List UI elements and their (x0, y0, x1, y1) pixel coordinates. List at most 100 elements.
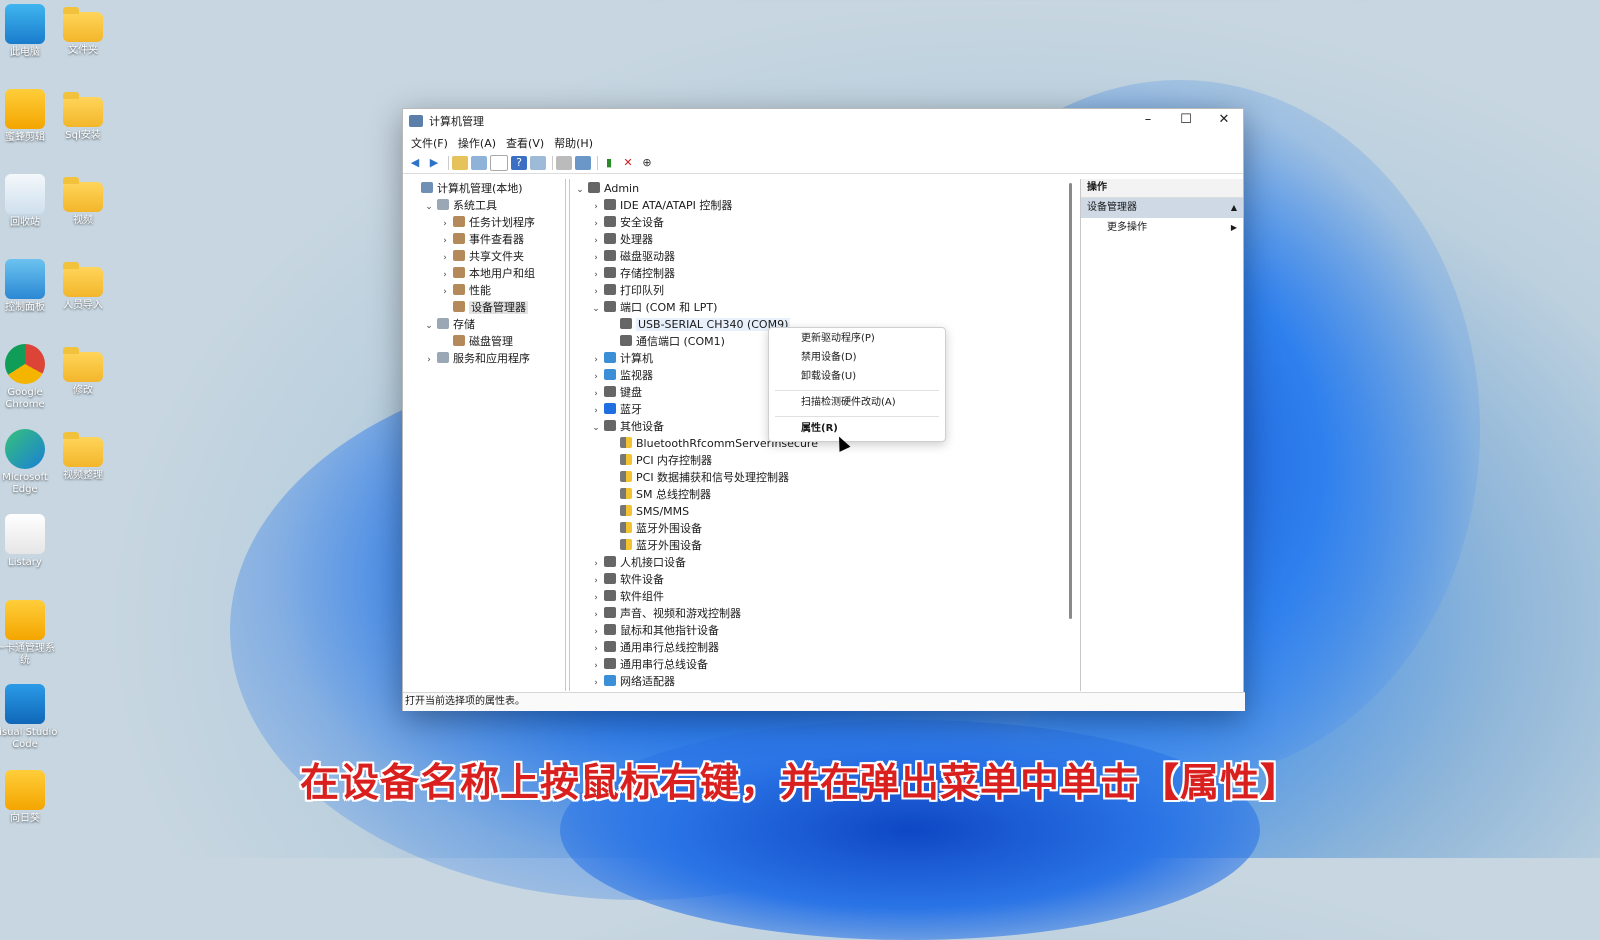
title-bar[interactable]: 计算机管理 – ☐ ✕ (403, 109, 1243, 133)
desktop-icon[interactable]: 一卡通管理系统 (0, 600, 58, 667)
desktop-icon[interactable]: 人员导入 (50, 259, 116, 312)
subtitle-caption: 在设备名称上按鼠标右键，并在弹出菜单中单击【属性】 (299, 761, 1300, 806)
tree-item[interactable]: › 处理器 (590, 231, 653, 248)
show-hide-tree-icon[interactable] (471, 156, 487, 170)
download-icon[interactable]: ⊕ (639, 156, 655, 170)
tree-item[interactable]: › 软件组件 (590, 588, 664, 605)
device-category-icon (453, 216, 465, 227)
listary-icon (5, 514, 45, 554)
monitor-icon[interactable] (575, 156, 591, 170)
tree-item[interactable]: › 监视器 (590, 367, 653, 384)
tree-item[interactable]: PCI 内存控制器 (606, 452, 712, 469)
forward-icon[interactable]: ▶ (426, 156, 442, 170)
tree-item[interactable]: › 鼠标和其他指针设备 (590, 622, 719, 639)
menu-uninstall-device[interactable]: 卸载设备(U) (801, 368, 856, 386)
view-icon[interactable] (530, 156, 546, 170)
menu-view[interactable]: 查看(V) (502, 135, 548, 151)
desktop-icon[interactable]: 视频整理 (50, 429, 116, 482)
tree-item-label: 其他设备 (620, 420, 664, 433)
tree-item-label: PCI 数据捕获和信号处理控制器 (636, 471, 790, 484)
actions-section-device-manager[interactable]: 设备管理器 ▲ (1081, 198, 1243, 218)
tree-item[interactable]: › 本地用户和组 (439, 265, 535, 282)
tree-item[interactable]: 磁盘管理 (439, 333, 513, 350)
tree-item[interactable]: ⌄ 其他设备 (590, 418, 664, 435)
tree-item[interactable]: › 任务计划程序 (439, 214, 535, 231)
tree-item[interactable]: SMS/MMS (606, 503, 689, 520)
chevron-down-icon[interactable]: ⌄ (590, 420, 602, 437)
desktop-icon[interactable]: Visual Studio Code (0, 684, 58, 751)
desktop-icon[interactable]: Listary (0, 514, 58, 569)
tree-item[interactable]: › 磁盘驱动器 (590, 248, 675, 265)
help-icon[interactable]: ? (511, 156, 527, 170)
close-button[interactable]: ✕ (1205, 109, 1243, 133)
tree-item[interactable]: 通信端口 (COM1) (606, 333, 725, 350)
tree-item[interactable]: › 服务和应用程序 (423, 350, 530, 367)
chevron-down-icon[interactable]: ⌄ (574, 182, 586, 199)
tree-item[interactable]: › 存储控制器 (590, 265, 675, 282)
more-actions-item[interactable]: 更多操作 ▶ (1081, 218, 1243, 238)
tree-item[interactable]: USB-SERIAL CH340 (COM9) (606, 316, 791, 333)
uninstall-icon[interactable]: ✕ (620, 156, 636, 170)
desktop-icon-label: 一卡通管理系统 (0, 643, 55, 666)
collapse-icon[interactable]: ▲ (1231, 198, 1237, 218)
tree-item[interactable]: ⌄ 系统工具 (423, 197, 497, 214)
tree-item[interactable]: › 安全设备 (590, 214, 664, 231)
chevron-right-icon[interactable]: › (423, 352, 435, 369)
menu-help[interactable]: 帮助(H) (550, 135, 597, 151)
tree-item[interactable]: ⌄ Admin (574, 180, 639, 197)
tree-item[interactable]: › 键盘 (590, 384, 642, 401)
vertical-scrollbar[interactable] (1069, 183, 1072, 619)
tree-item[interactable]: › 通用串行总线控制器 (590, 639, 719, 656)
chevron-down-icon[interactable]: ⌄ (423, 318, 435, 335)
tree-item[interactable]: 设备管理器 (439, 299, 528, 316)
tree-item[interactable]: › 声音、视频和游戏控制器 (590, 605, 741, 622)
tree-item[interactable]: › 性能 (439, 282, 491, 299)
submenu-arrow-icon: ▶ (1230, 223, 1237, 232)
tree-item-label: 通用串行总线控制器 (620, 641, 719, 654)
tree-item[interactable]: ⌄ 端口 (COM 和 LPT) (590, 299, 717, 316)
tree-item[interactable]: SM 总线控制器 (606, 486, 711, 503)
menu-scan-hardware[interactable]: 扫描检测硬件改动(A) (801, 394, 896, 412)
tree-item[interactable]: › 网络适配器 (590, 673, 675, 690)
chevron-down-icon[interactable]: ⌄ (423, 199, 435, 216)
tree-item[interactable]: › 打印队列 (590, 282, 664, 299)
chevron-down-icon[interactable]: ⌄ (590, 301, 602, 318)
computer-management-icon (409, 115, 423, 127)
up-folder-icon[interactable] (452, 156, 468, 170)
minimize-button[interactable]: – (1129, 109, 1167, 133)
tree-item[interactable]: ⌄ 存储 (423, 316, 475, 333)
tree-item[interactable]: 计算机管理(本地) (407, 180, 523, 197)
tree-item[interactable]: PCI 数据捕获和信号处理控制器 (606, 469, 789, 486)
menu-properties[interactable]: 属性(R) (801, 420, 838, 438)
device-category-icon (620, 335, 632, 346)
tree-item[interactable]: 蓝牙外围设备 (606, 520, 702, 537)
tree-item-label: PCI 内存控制器 (636, 454, 713, 467)
device-category-icon (604, 267, 616, 278)
tree-item[interactable]: › 蓝牙 (590, 401, 642, 418)
tree-item[interactable]: › 计算机 (590, 350, 653, 367)
tree-item[interactable]: › 通用串行总线设备 (590, 656, 708, 673)
update-driver-icon[interactable]: ▮ (601, 156, 617, 170)
back-icon[interactable]: ◀ (407, 156, 423, 170)
desktop-icon[interactable]: Sql安装 (50, 89, 116, 142)
device-category-icon (604, 199, 616, 210)
device-category-icon (453, 301, 465, 312)
tree-item[interactable]: › 人机接口设备 (590, 554, 686, 571)
desktop-icon[interactable]: 文件夹 (50, 4, 116, 57)
print-icon[interactable] (556, 156, 572, 170)
menu-update-driver[interactable]: 更新驱动程序(P) (801, 330, 875, 348)
menu-action[interactable]: 操作(A) (454, 135, 500, 151)
menu-disable-device[interactable]: 禁用设备(D) (801, 349, 857, 367)
menu-file[interactable]: 文件(F) (407, 135, 452, 151)
chevron-right-icon[interactable]: › (590, 675, 602, 691)
tree-item[interactable]: › IDE ATA/ATAPI 控制器 (590, 197, 732, 214)
desktop-icon[interactable]: 修改 (50, 344, 116, 397)
tree-item[interactable]: › 共享文件夹 (439, 248, 524, 265)
device-category-icon (604, 403, 616, 414)
tree-item[interactable]: › 事件查看器 (439, 231, 524, 248)
properties-list-icon[interactable] (490, 155, 508, 171)
desktop-icon[interactable]: 视频 (50, 174, 116, 227)
tree-item[interactable]: › 软件设备 (590, 571, 664, 588)
tree-item[interactable]: 蓝牙外围设备 (606, 537, 702, 554)
maximize-button[interactable]: ☐ (1167, 109, 1205, 133)
